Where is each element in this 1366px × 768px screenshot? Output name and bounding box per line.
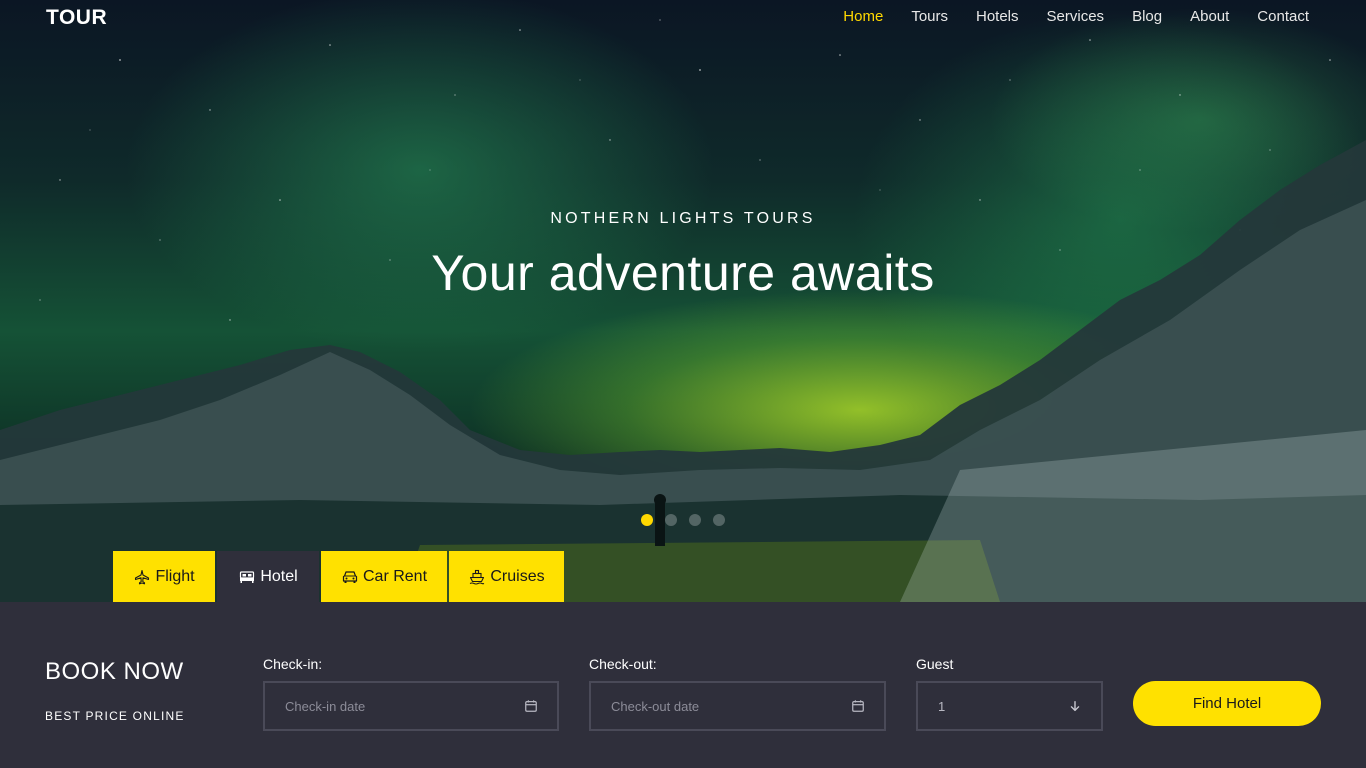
tab-flight-label: Flight (155, 568, 195, 585)
tab-car-rent[interactable]: Car Rent (321, 551, 447, 603)
hotel-bed-icon (238, 569, 256, 585)
checkin-label: Check-in: (263, 656, 323, 672)
hero-subtitle: NOTHERN LIGHTS TOURS (550, 210, 816, 227)
nav-hotels[interactable]: Hotels (976, 8, 1019, 25)
guest-select[interactable]: 1 (916, 681, 1103, 731)
checkout-placeholder: Check-out date (611, 698, 700, 714)
checkout-input[interactable]: Check-out date (589, 681, 886, 731)
checkout-label: Check-out: (589, 656, 657, 672)
slider-dots (641, 514, 725, 526)
book-now-title: BOOK NOW (45, 658, 184, 685)
nav-tours[interactable]: Tours (911, 8, 948, 25)
find-hotel-button[interactable]: Find Hotel (1133, 681, 1321, 726)
arrow-down-icon[interactable] (1067, 698, 1083, 714)
tab-cruises-label: Cruises (490, 568, 545, 585)
hero-banner: TOUR Home Tours Hotels Services Blog Abo… (0, 0, 1366, 602)
site-logo[interactable]: TOUR (46, 6, 107, 30)
car-icon (341, 569, 359, 585)
airplane-icon (133, 569, 151, 585)
checkin-input[interactable]: Check-in date (263, 681, 559, 731)
checkin-placeholder: Check-in date (285, 698, 366, 714)
hero-title: Your adventure awaits (431, 245, 935, 301)
nav-home[interactable]: Home (843, 8, 883, 25)
book-now-subtitle: BEST PRICE ONLINE (45, 709, 185, 723)
calendar-icon[interactable] (850, 698, 866, 714)
tab-flight[interactable]: Flight (113, 551, 215, 603)
tab-hotel-label: Hotel (260, 568, 298, 585)
booking-panel: BOOK NOW BEST PRICE ONLINE Check-in: Che… (0, 602, 1366, 768)
tab-car-rent-label: Car Rent (362, 568, 428, 585)
tab-hotel[interactable]: Hotel (217, 551, 319, 603)
top-navigation: TOUR Home Tours Hotels Services Blog Abo… (0, 0, 1366, 36)
slider-dot-1[interactable] (641, 514, 653, 526)
tab-cruises[interactable]: Cruises (449, 551, 564, 603)
slider-dot-3[interactable] (689, 514, 701, 526)
slider-dot-2[interactable] (665, 514, 677, 526)
nav-about[interactable]: About (1190, 8, 1229, 25)
nav-services[interactable]: Services (1047, 8, 1105, 25)
booking-tabs: Flight Hotel Car Rent Cruises (113, 551, 566, 603)
slider-dot-4[interactable] (713, 514, 725, 526)
nav-contact[interactable]: Contact (1257, 8, 1309, 25)
calendar-icon[interactable] (523, 698, 539, 714)
nav-blog[interactable]: Blog (1132, 8, 1162, 25)
ship-icon (468, 569, 486, 585)
guest-label: Guest (916, 656, 954, 672)
guest-value: 1 (938, 698, 946, 714)
main-menu: Home Tours Hotels Services Blog About Co… (815, 8, 1309, 25)
